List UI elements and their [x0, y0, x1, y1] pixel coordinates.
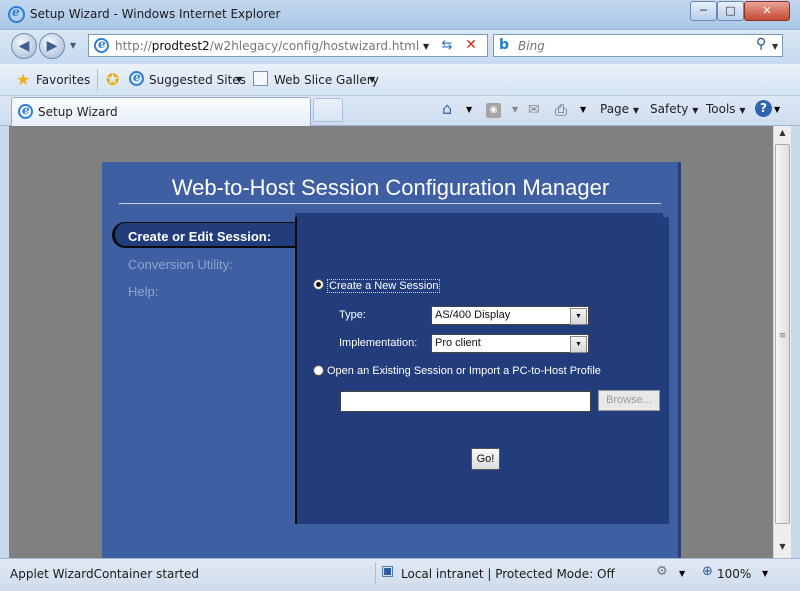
- page-title: Web-to-Host Session Configuration Manage…: [171, 175, 610, 200]
- mail-icon[interactable]: ✉: [528, 102, 540, 118]
- url-host: prodtest2: [151, 39, 210, 53]
- tab-setup-wizard[interactable]: Setup Wizard: [11, 97, 311, 126]
- toolbar-separator: [97, 69, 98, 91]
- search-box[interactable]: b ⚲ ▼: [493, 34, 783, 57]
- nav-item-create-edit-session[interactable]: Create or Edit Session:: [128, 229, 271, 244]
- address-toolbar: ◀ ▶ ▼ http://prodtest2/w2hlegacy/config/…: [0, 30, 800, 64]
- feeds-icon[interactable]: ◉: [486, 103, 501, 118]
- status-text: Applet WizardContainer started: [10, 567, 200, 581]
- tools-menu-label: Tools: [706, 102, 736, 116]
- type-select[interactable]: AS/400 Display ▼: [431, 306, 589, 325]
- type-select-dropdown-icon[interactable]: ▼: [570, 308, 587, 325]
- page-ie-icon: [94, 37, 109, 53]
- nav-item-help[interactable]: Help:: [128, 284, 158, 299]
- suggested-sites-link[interactable]: Suggested Sites: [149, 73, 246, 87]
- open-existing-session-label[interactable]: Open an Existing Session or Import a PC-…: [327, 365, 601, 377]
- vertical-scrollbar[interactable]: ▲ ≡ ▼: [773, 126, 791, 558]
- title-bar[interactable]: Setup Wizard - Windows Internet Explorer…: [0, 0, 800, 30]
- tab-bar: Setup Wizard ⌂ ▼ ◉ ▼ ✉ ⎙ ▼ Page ▼ Safety…: [0, 96, 800, 126]
- address-field[interactable]: http://prodtest2/w2hlegacy/config/hostwi…: [88, 34, 488, 57]
- page-menu-dropdown-icon: ▼: [632, 106, 640, 115]
- back-button[interactable]: ◀: [11, 33, 37, 59]
- security-zone-text[interactable]: Local intranet | Protected Mode: Off: [401, 567, 615, 581]
- home-dropdown-icon[interactable]: ▼: [466, 105, 472, 114]
- print-icon[interactable]: ⎙: [555, 101, 567, 119]
- scroll-down-icon[interactable]: ▼: [774, 542, 791, 556]
- new-tab-button[interactable]: [313, 98, 343, 122]
- title-divider: [119, 203, 661, 204]
- protected-mode-tool-icon[interactable]: ⚙: [656, 564, 668, 579]
- type-label: Type:: [339, 309, 366, 321]
- zoom-icon[interactable]: ⊕: [702, 564, 713, 579]
- help-icon[interactable]: ?: [755, 100, 772, 117]
- status-bar: Applet WizardContainer started ▣ Local i…: [0, 558, 800, 591]
- close-button[interactable]: ✕: [744, 1, 790, 21]
- bing-logo-icon: b: [499, 37, 510, 53]
- intranet-zone-icon: ▣: [381, 563, 395, 579]
- home-icon[interactable]: ⌂: [442, 99, 452, 118]
- address-dropdown-icon[interactable]: ▼: [423, 42, 429, 51]
- tab-label: Setup Wizard: [38, 105, 118, 119]
- implementation-select-dropdown-icon[interactable]: ▼: [570, 336, 587, 353]
- refresh-icon[interactable]: ⇆: [437, 38, 457, 54]
- search-input[interactable]: [518, 37, 738, 54]
- session-path-input[interactable]: [340, 391, 591, 412]
- favorites-button[interactable]: Favorites: [36, 73, 90, 87]
- open-existing-session-radio[interactable]: [313, 365, 324, 376]
- favorites-bar: ★ Favorites ✪ Suggested Sites ▼ Web Slic…: [0, 64, 800, 96]
- recent-pages-dropdown-icon[interactable]: ▼: [70, 41, 76, 50]
- ie-logo-icon: [8, 5, 25, 23]
- feeds-dropdown-icon[interactable]: ▼: [512, 105, 518, 114]
- web-slice-dropdown-icon[interactable]: ▼: [369, 75, 375, 84]
- nav-item-conversion-utility[interactable]: Conversion Utility:: [128, 257, 233, 272]
- scrollbar-thumb[interactable]: ≡: [775, 144, 790, 524]
- browse-button[interactable]: Browse...: [598, 390, 660, 411]
- applet-edge-shadow: [678, 162, 681, 558]
- create-new-session-radio[interactable]: [313, 279, 324, 290]
- maximize-button[interactable]: □: [717, 1, 744, 21]
- tool-dropdown-icon[interactable]: ▼: [679, 569, 685, 578]
- tools-menu-dropdown-icon: ▼: [739, 106, 746, 115]
- safety-menu[interactable]: Safety ▼: [650, 102, 698, 116]
- scroll-up-icon[interactable]: ▲: [774, 128, 791, 142]
- zoom-level[interactable]: 100%: [717, 567, 751, 581]
- zoom-dropdown-icon[interactable]: ▼: [762, 569, 768, 578]
- scroll-grip-icon: ≡: [778, 331, 787, 341]
- page-menu-label: Page: [600, 102, 630, 116]
- forward-button[interactable]: ▶: [39, 33, 65, 59]
- favorites-star-icon[interactable]: ★: [16, 70, 30, 89]
- implementation-select-value: Pro client: [435, 337, 481, 349]
- safety-menu-dropdown-icon: ▼: [692, 106, 699, 115]
- stop-icon[interactable]: ✕: [462, 37, 480, 55]
- web-slice-icon: [253, 71, 268, 86]
- window-title: Setup Wizard - Windows Internet Explorer: [30, 7, 281, 21]
- go-button[interactable]: Go!: [471, 448, 500, 470]
- back-arrow-icon: ◀: [18, 38, 30, 54]
- forward-arrow-icon: ▶: [46, 38, 58, 54]
- tools-menu[interactable]: Tools ▼: [706, 102, 746, 116]
- page-menu[interactable]: Page ▼: [600, 102, 639, 116]
- implementation-label: Implementation:: [339, 337, 418, 349]
- url-text[interactable]: http://prodtest2/w2hlegacy/config/hostwi…: [115, 39, 419, 53]
- status-separator: [375, 562, 376, 584]
- url-path: /w2hlegacy/config/hostwizard.html: [209, 39, 420, 53]
- create-new-session-label[interactable]: Create a New Session: [327, 279, 441, 293]
- safety-menu-label: Safety: [650, 102, 689, 116]
- add-favorite-icon[interactable]: ✪: [106, 70, 119, 89]
- help-dropdown-icon[interactable]: ▼: [774, 105, 780, 114]
- suggested-sites-icon: [129, 70, 144, 86]
- search-dropdown-icon[interactable]: ▼: [772, 42, 778, 51]
- implementation-select[interactable]: Pro client ▼: [431, 334, 589, 353]
- web-slice-gallery-link[interactable]: Web Slice Gallery: [274, 73, 379, 87]
- url-scheme: http://: [115, 39, 152, 53]
- print-dropdown-icon[interactable]: ▼: [580, 105, 586, 114]
- type-select-value: AS/400 Display: [435, 309, 511, 321]
- search-icon[interactable]: ⚲: [756, 36, 766, 52]
- suggested-sites-dropdown-icon[interactable]: ▼: [236, 75, 242, 84]
- minimize-button[interactable]: ─: [690, 1, 717, 21]
- tab-ie-icon: [18, 103, 33, 119]
